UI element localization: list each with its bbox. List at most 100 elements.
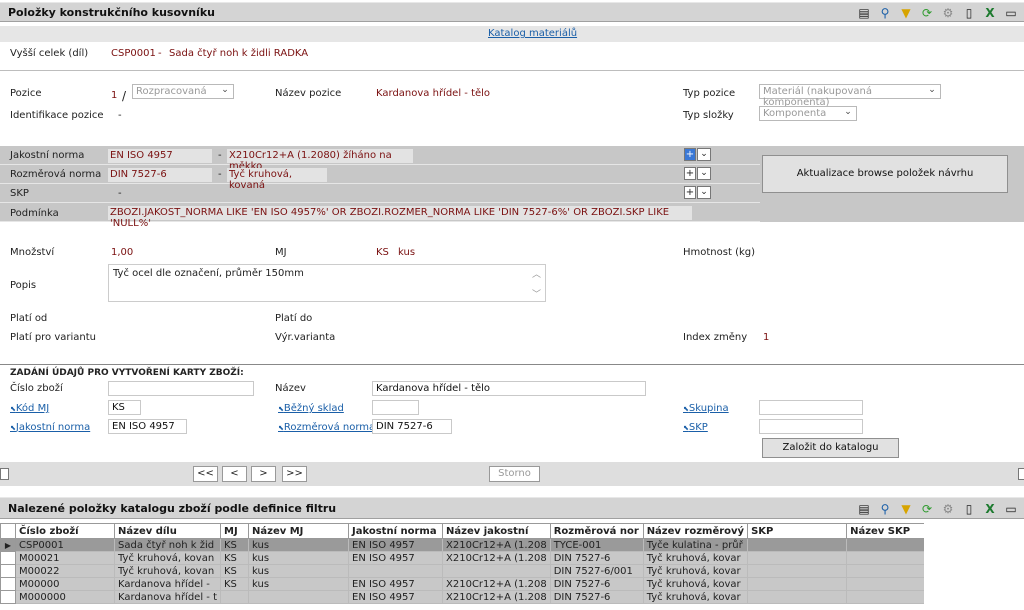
chevron-down-icon[interactable]: ⌄	[697, 148, 711, 161]
skp-link[interactable]: ⬉SKP	[683, 422, 708, 433]
document-icon[interactable]: ▤	[856, 501, 872, 516]
column-header[interactable]: Název rozměrový	[642, 523, 749, 539]
table-row[interactable]: M00021 Tyč kruhová, kovan KS kus EN ISO …	[0, 551, 947, 565]
cell-mj-name	[248, 590, 349, 604]
filter-icon[interactable]: ▼	[898, 501, 914, 516]
cancel-button[interactable]: Storno	[489, 466, 540, 482]
nav-checkbox-right[interactable]	[1018, 468, 1024, 480]
quality-plus-button[interactable]: +	[684, 148, 696, 161]
table-row[interactable]: M00022 Tyč kruhová, kovan KS kus DIN 752…	[0, 564, 947, 578]
change-index-value: 1	[763, 332, 770, 343]
table-row[interactable]: ▶ CSP0001 Sada čtyř noh k žid KS kus EN …	[0, 538, 947, 552]
position-number: 1	[111, 90, 118, 101]
cell-mj-name: kus	[248, 564, 349, 578]
quality-norm-input[interactable]: EN ISO 4957	[108, 419, 187, 434]
column-header[interactable]: Název dílu	[114, 523, 221, 539]
column-header[interactable]: Název MJ	[248, 523, 349, 539]
dim-norm-label: Rozměrová norma	[10, 169, 102, 180]
refresh-icon[interactable]: ⟳	[919, 5, 935, 20]
settings-icon[interactable]: ⚙	[940, 5, 956, 20]
first-page-button[interactable]: <<	[193, 466, 218, 482]
prod-variant-label: Výr.varianta	[275, 332, 336, 343]
results-title: Nalezené položky katalogu zboží podle de…	[8, 502, 337, 515]
component-type-label: Typ složky	[683, 110, 734, 121]
variant-label: Platí pro variantu	[10, 332, 97, 343]
row-indicator	[0, 551, 16, 565]
chevron-down-icon: ⌄	[928, 85, 936, 95]
card-name-input[interactable]: Kardanova hřídel - tělo	[372, 381, 646, 396]
excel-icon[interactable]: X	[982, 501, 998, 516]
scroll-up-icon[interactable]: ︿	[532, 267, 541, 280]
skp-plus-button[interactable]: +	[684, 186, 696, 199]
zoom-icon[interactable]: ⚲	[877, 5, 893, 20]
column-header[interactable]: SKP	[747, 523, 848, 539]
close-icon[interactable]: ▭	[1003, 501, 1019, 516]
close-icon[interactable]: ▭	[1003, 5, 1019, 20]
cell-item-no: M00022	[15, 564, 115, 578]
dim-norm-desc: Tyč kruhová, kovaná	[227, 168, 327, 191]
quantity-value: 1,00	[111, 247, 134, 258]
row-indicator-header	[0, 523, 16, 539]
cell-dim-norm: TYCE-001	[549, 538, 644, 552]
card-separator	[0, 364, 1024, 365]
excel-icon[interactable]: X	[982, 5, 998, 20]
position-label: Pozice	[10, 88, 42, 99]
save-to-catalog-button[interactable]: Založit do katalogu	[762, 438, 899, 458]
settings-icon[interactable]: ⚙	[940, 501, 956, 516]
position-type-select[interactable]: Materiál (nakupovaná komponenta) ⌄	[759, 84, 941, 108]
nav-checkbox[interactable]	[0, 468, 9, 480]
mj-code-link[interactable]: ⬉Kód MJ	[10, 403, 49, 414]
prev-page-button[interactable]: <	[222, 466, 247, 482]
page-icon[interactable]: ▯	[961, 5, 977, 20]
position-name-value: Kardanova hřídel - tělo	[376, 88, 491, 99]
group-link[interactable]: ⬉Skupina	[683, 403, 729, 414]
next-page-button[interactable]: >	[251, 466, 276, 482]
results-toolbar: ▤ ⚲ ▼ ⟳ ⚙ ▯ X ▭	[856, 501, 1019, 516]
dim-plus-button[interactable]: +	[684, 167, 696, 180]
cell-skp	[747, 564, 848, 578]
filter-icon[interactable]: ▼	[898, 5, 914, 20]
dim-norm-link[interactable]: ⬉Rozměrová norma	[278, 422, 375, 433]
skp-band	[0, 184, 760, 203]
mj-code-input[interactable]: KS	[108, 400, 141, 415]
item-no-input[interactable]	[108, 381, 254, 396]
column-header[interactable]: Číslo zboží	[15, 523, 115, 539]
table-row[interactable]: M00000 Kardanova hřídel - KS kus EN ISO …	[0, 577, 947, 591]
chevron-down-icon[interactable]: ⌄	[697, 186, 711, 199]
store-input[interactable]	[372, 400, 419, 415]
position-state-select[interactable]: Rozpracovaná ⌄	[132, 84, 234, 99]
document-icon[interactable]: ▤	[856, 5, 872, 20]
group-input[interactable]	[759, 400, 863, 415]
last-page-button[interactable]: >>	[282, 466, 307, 482]
dim-norm-input[interactable]: DIN 7527-6	[372, 419, 452, 434]
column-header[interactable]: MJ	[220, 523, 249, 539]
column-header[interactable]: Jakostní norma	[348, 523, 443, 539]
description-value: Tyč ocel dle označení, průměr 150mm	[113, 268, 304, 279]
toolbar: ▤ ⚲ ▼ ⟳ ⚙ ▯ X ▭	[856, 5, 1019, 20]
cell-quality-norm: EN ISO 4957	[348, 551, 443, 565]
scroll-down-icon[interactable]: ﹀	[532, 287, 541, 300]
valid-from-label: Platí od	[10, 313, 48, 324]
page-icon[interactable]: ▯	[961, 501, 977, 516]
cell-quality-name	[442, 564, 551, 578]
mj-label: MJ	[275, 247, 287, 258]
condition-value: ZBOZI.JAKOST_NORMA LIKE 'EN ISO 4957%' O…	[108, 206, 692, 229]
update-browse-button[interactable]: Aktualizace browse položek návrhu	[762, 155, 1008, 193]
table-row[interactable]: M000000 Kardanova hřídel - t EN ISO 4957…	[0, 590, 947, 604]
results-header: Nalezené položky katalogu zboží podle de…	[0, 497, 1024, 519]
store-link[interactable]: ⬉Běžný sklad	[278, 403, 344, 414]
component-type-select[interactable]: Komponenta ⌄	[759, 106, 857, 121]
quality-norm-link[interactable]: ⬉Jakostní norma	[10, 422, 90, 433]
catalog-link[interactable]: Katalog materiálů	[488, 28, 577, 39]
zoom-icon[interactable]: ⚲	[877, 501, 893, 516]
column-header[interactable]: Název jakostní	[442, 523, 551, 539]
description-textarea[interactable]: Tyč ocel dle označení, průměr 150mm ︿ ﹀	[108, 264, 546, 302]
chevron-down-icon[interactable]: ⌄	[697, 167, 711, 180]
cell-item-no: M00000	[15, 577, 115, 591]
skp-input[interactable]	[759, 419, 863, 434]
cell-quality-name: X210Cr12+A (1.208	[442, 590, 551, 604]
change-index-label: Index změny	[683, 332, 748, 343]
refresh-icon[interactable]: ⟳	[919, 501, 935, 516]
cell-item-no: CSP0001	[15, 538, 115, 552]
column-header[interactable]: Rozměrová nor	[549, 523, 644, 539]
